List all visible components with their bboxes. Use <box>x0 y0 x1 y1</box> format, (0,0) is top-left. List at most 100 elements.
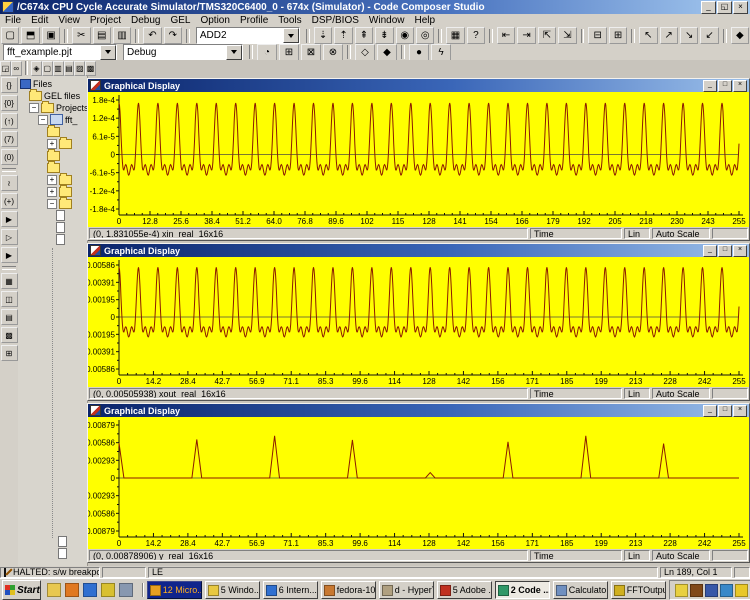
maximize-button[interactable]: □ <box>718 245 732 257</box>
tree-item-files[interactable]: Files <box>20 78 52 89</box>
copy-button[interactable]: ▤ <box>93 27 111 44</box>
source-file-icon[interactable] <box>58 548 67 559</box>
build-config-combo[interactable]: Debug <box>123 44 243 61</box>
tree-item-gel-files[interactable]: GEL files <box>29 90 80 101</box>
halt-ball-button[interactable]: ● <box>409 44 429 61</box>
cut-button[interactable]: ✂ <box>72 27 90 44</box>
minimize-button[interactable]: _ <box>703 80 717 92</box>
watch-expression-combo-dropdown[interactable] <box>283 28 299 43</box>
task-button-fedora-10-[interactable]: fedora-10... <box>321 581 376 599</box>
indent-right-button[interactable]: ⇥ <box>517 27 535 44</box>
task-button-12-micro-[interactable]: 12 Micro... <box>147 581 202 599</box>
expand-icon[interactable]: + <box>47 175 57 185</box>
menu-view[interactable]: View <box>53 14 85 27</box>
compile-file-button[interactable]: ◔ <box>257 44 277 61</box>
tree-item[interactable] <box>56 234 67 245</box>
menu-tools[interactable]: Tools <box>273 14 306 27</box>
pin-button[interactable]: ◆ <box>731 27 749 44</box>
tray-display[interactable] <box>705 584 718 597</box>
task-button-2-code-[interactable]: 2 Code ... <box>495 581 550 599</box>
probe-point-button[interactable]: ▦ <box>446 27 464 44</box>
close-button[interactable]: × <box>733 80 747 92</box>
tree-item-fft-[interactable]: −fft_ <box>38 114 77 125</box>
close-button[interactable]: × <box>733 405 747 417</box>
halt-button[interactable]: ▷ <box>1 229 18 245</box>
collapse-icon[interactable]: − <box>47 199 57 209</box>
disassembly-window-button[interactable]: ▤ <box>64 61 75 76</box>
collapse-icon[interactable]: − <box>38 115 48 125</box>
graph-title-bar[interactable]: Graphical Display_□× <box>88 244 749 257</box>
step-out-button[interactable]: ⇞ <box>355 27 373 44</box>
run-free-button[interactable]: (7) <box>1 131 18 147</box>
menu-window[interactable]: Window <box>364 14 410 27</box>
block-comment-button[interactable]: ⊟ <box>588 27 606 44</box>
step-out-src-button[interactable]: (↑) <box>1 113 18 129</box>
step-into-button[interactable]: ⇣ <box>314 27 332 44</box>
graph-plot-area[interactable]: 0.005860.003910.001950-0.00195-0.00391-0… <box>88 257 749 387</box>
project-tree[interactable]: FilesGEL files−Projects−fft_+++− <box>18 76 88 566</box>
task-button-fftoutpu-[interactable]: FFTOutpu... <box>611 581 666 599</box>
tree-item[interactable]: + <box>47 138 74 149</box>
menu-edit[interactable]: Edit <box>26 14 53 27</box>
indent-left-button[interactable]: ⇤ <box>497 27 515 44</box>
maximize-button[interactable]: □ <box>718 405 732 417</box>
open-file-button[interactable]: ⬒ <box>21 27 39 44</box>
menu-option[interactable]: Option <box>195 14 234 27</box>
quick-launch-desktop[interactable] <box>119 583 133 597</box>
register-view-button[interactable]: ▤ <box>1 309 18 325</box>
menu-debug[interactable]: Debug <box>126 14 165 27</box>
source-file-icon[interactable] <box>58 536 67 547</box>
context-help-button[interactable]: ? <box>467 27 485 44</box>
quick-launch-media[interactable] <box>65 583 79 597</box>
tree-item[interactable]: + <box>47 174 74 185</box>
task-button-d-hypert-[interactable]: d - HyperT... <box>379 581 434 599</box>
expand-icon[interactable]: + <box>47 187 57 197</box>
close-button[interactable]: × <box>733 245 747 257</box>
tree-item[interactable] <box>56 222 67 233</box>
tree-item[interactable] <box>47 162 62 173</box>
graphical-display-window-3[interactable]: Graphical Display_□×0.008790.005860.0029… <box>87 403 750 563</box>
close-button[interactable]: × <box>733 1 748 14</box>
task-button-6-intern-[interactable]: 6 Intern... <box>263 581 318 599</box>
graph-window-button[interactable]: ▨ <box>74 61 85 76</box>
menu-help[interactable]: Help <box>409 14 440 27</box>
block-uncomment-button[interactable]: ⊞ <box>609 27 627 44</box>
graph-plot-area[interactable]: 0.008790.005860.002930-0.00293-0.00586-0… <box>88 417 749 549</box>
tree-item[interactable] <box>47 126 62 137</box>
memory-window-button[interactable]: ▢ <box>42 61 53 76</box>
edit-arrow-2-button[interactable]: ↗ <box>660 27 678 44</box>
step-over-button[interactable]: ⇡ <box>334 27 352 44</box>
undo-button[interactable]: ↶ <box>143 27 161 44</box>
tree-item[interactable] <box>47 150 62 161</box>
menu-file[interactable]: File <box>0 14 26 27</box>
watch-expression-combo[interactable]: ADD2 <box>196 27 300 44</box>
step-into-src-button[interactable]: {} <box>1 77 18 93</box>
title-bar[interactable]: /C674x CPU Cycle Accurate Simulator/TMS3… <box>0 0 750 14</box>
paste-button[interactable]: ▥ <box>113 27 131 44</box>
view-boards-button[interactable]: ◲ <box>0 61 11 76</box>
save-file-button[interactable]: ▣ <box>42 27 60 44</box>
restore-button[interactable]: ◱ <box>717 1 732 14</box>
menu-dsp-bios[interactable]: DSP/BIOS <box>307 14 364 27</box>
maximize-button[interactable]: □ <box>718 80 732 92</box>
graphical-display-window-1[interactable]: Graphical Display_□×1.8e-41.2e-46.1e-50-… <box>87 78 750 241</box>
graphical-display-window-2[interactable]: Graphical Display_□×0.005860.003910.0019… <box>87 243 750 401</box>
run-to-cursor-button[interactable]: ⇟ <box>375 27 393 44</box>
stop-build-button[interactable]: ⊗ <box>323 44 343 61</box>
step-over-src-button[interactable]: {0} <box>1 95 18 111</box>
task-button-calculator[interactable]: Calculator <box>553 581 608 599</box>
rebuild-all-button[interactable]: ⊠ <box>301 44 321 61</box>
collapse-icon[interactable]: − <box>29 103 39 113</box>
quick-launch-mail[interactable] <box>101 583 115 597</box>
watch-view-button[interactable]: ▩ <box>1 327 18 343</box>
graph-title-bar[interactable]: Graphical Display_□× <box>88 79 749 92</box>
set-breakpoint-button[interactable]: ◇ <box>355 44 375 61</box>
redo-button[interactable]: ↷ <box>164 27 182 44</box>
minimize-button[interactable]: _ <box>701 1 716 14</box>
project-combo-dropdown[interactable] <box>100 45 116 60</box>
run-button[interactable]: ▶ <box>1 211 18 227</box>
memory-view-button[interactable]: ▦ <box>1 273 18 289</box>
start-button[interactable]: Start <box>2 580 41 600</box>
find-next-button[interactable]: ◎ <box>416 27 434 44</box>
menu-gel[interactable]: GEL <box>165 14 195 27</box>
